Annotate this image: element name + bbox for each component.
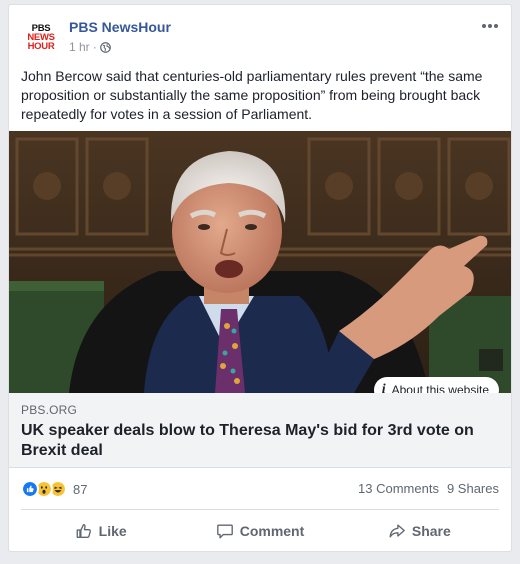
about-this-website-button[interactable]: i About this website <box>373 377 499 393</box>
thumbs-up-icon <box>76 524 91 538</box>
page-name-link[interactable]: PBS NewsHour <box>69 19 171 35</box>
shares-count-link[interactable]: 9 Shares <box>447 481 499 496</box>
like-label: Like <box>98 523 127 539</box>
comment-icon <box>216 524 233 539</box>
reactions-summary[interactable]: 87 <box>21 480 87 498</box>
post-meta: 1 hr · <box>69 40 111 54</box>
share-arrow-icon <box>389 524 405 538</box>
link-preview[interactable]: PBS.ORG UK speaker deals blow to Theresa… <box>9 393 511 468</box>
link-domain: PBS.ORG <box>21 403 78 417</box>
meta-separator: · <box>92 40 97 54</box>
post-header: PBS NEWS HOUR PBS NewsHour 1 hr · <box>21 17 501 59</box>
post-card: PBS NEWS HOUR PBS NewsHour 1 hr · John B… <box>8 4 512 552</box>
comment-button[interactable]: Comment <box>180 513 339 549</box>
share-label: Share <box>411 523 451 539</box>
engagement-stats: 87 13 Comments 9 Shares <box>21 479 499 499</box>
speaker-photo <box>9 131 511 393</box>
like-reaction-icon <box>21 480 39 498</box>
post-actions: Like Comment Share <box>21 513 499 549</box>
comment-share-counts: 13 Comments 9 Shares <box>358 481 499 496</box>
globe-icon[interactable] <box>99 41 111 53</box>
share-button[interactable]: Share <box>340 513 499 549</box>
about-this-website-label: About this website <box>391 383 489 393</box>
page-avatar[interactable]: PBS NEWS HOUR <box>21 17 61 57</box>
more-options-icon[interactable] <box>479 19 501 33</box>
link-headline[interactable]: UK speaker deals blow to Theresa May's b… <box>21 421 491 461</box>
actions-divider <box>21 509 499 510</box>
like-button[interactable]: Like <box>21 513 180 549</box>
logo-line-3: HOUR <box>27 40 55 52</box>
timestamp-link[interactable]: 1 hr <box>69 40 90 54</box>
comments-count-link[interactable]: 13 Comments <box>358 481 439 496</box>
comment-label: Comment <box>239 523 305 539</box>
link-preview-image[interactable]: i About this website <box>9 131 511 393</box>
post-message: John Bercow said that centuries-old parl… <box>21 68 483 122</box>
info-icon: i <box>381 382 386 393</box>
reaction-count: 87 <box>73 481 88 497</box>
